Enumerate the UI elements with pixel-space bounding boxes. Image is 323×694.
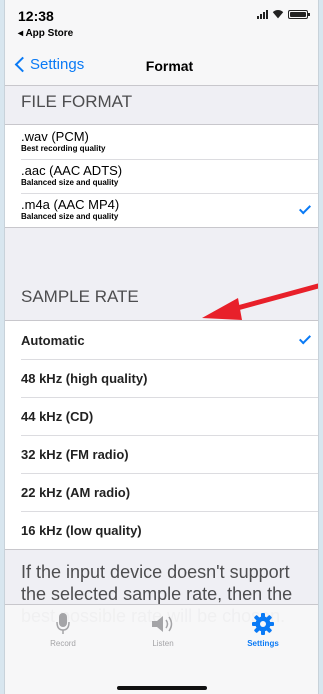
- sample-rate-list: Automatic 48 kHz (high quality) 44 kHz (…: [5, 320, 318, 550]
- tab-label: Listen: [152, 639, 174, 648]
- sample-rate-item-22khz[interactable]: 22 kHz (AM radio): [5, 473, 318, 511]
- back-to-app-link[interactable]: ◂ App Store: [18, 28, 73, 39]
- checkmark-icon: [298, 332, 312, 345]
- file-format-title: .wav (PCM): [21, 129, 89, 144]
- file-format-title: .m4a (AAC MP4): [21, 197, 120, 212]
- home-indicator: [117, 686, 207, 690]
- tab-label: Settings: [247, 639, 279, 648]
- file-format-item-m4a[interactable]: .m4a (AAC MP4) Balanced size and quality: [5, 193, 318, 227]
- file-format-subtitle: Best recording quality: [21, 144, 106, 153]
- phone-screen: 12:38 ◂ App Store Settings Format FILE F…: [4, 0, 319, 694]
- sample-rate-item-48khz[interactable]: 48 kHz (high quality): [5, 359, 318, 397]
- file-format-title: .aac (AAC ADTS): [21, 163, 123, 178]
- signal-icon: [257, 10, 268, 19]
- tab-label: Record: [50, 639, 76, 648]
- file-format-subtitle: Balanced size and quality: [21, 212, 119, 221]
- sample-rate-label: 44 kHz (CD): [21, 408, 94, 424]
- wifi-icon: [272, 10, 284, 19]
- tab-settings[interactable]: Settings: [223, 613, 303, 648]
- navigation-bar: Settings Format: [5, 46, 318, 86]
- annotation-arrow-icon: [202, 283, 318, 320]
- status-bar: 12:38 ◂ App Store: [5, 0, 318, 46]
- system-icons: [257, 10, 310, 19]
- page-title: Format: [145, 58, 194, 74]
- file-format-item-wav[interactable]: .wav (PCM) Best recording quality: [5, 125, 318, 159]
- sample-rate-label: 32 kHz (FM radio): [21, 446, 129, 462]
- sample-rate-item-44khz[interactable]: 44 kHz (CD): [5, 397, 318, 435]
- status-time: 12:38: [18, 8, 54, 24]
- file-format-item-aac[interactable]: .aac (AAC ADTS) Balanced size and qualit…: [5, 159, 318, 193]
- gear-icon: [223, 613, 303, 635]
- sample-rate-label: 48 kHz (high quality): [21, 370, 148, 386]
- file-format-list: .wav (PCM) Best recording quality .aac (…: [5, 124, 318, 228]
- microphone-icon: [23, 613, 103, 635]
- tab-bar: Record Listen Settings: [5, 604, 318, 694]
- section-header-file-format: FILE FORMAT: [21, 92, 133, 111]
- back-to-app-label: App Store: [25, 28, 74, 39]
- speaker-icon: [123, 613, 203, 635]
- tab-listen[interactable]: Listen: [123, 613, 203, 648]
- file-format-subtitle: Balanced size and quality: [21, 178, 119, 187]
- sample-rate-item-32khz[interactable]: 32 kHz (FM radio): [5, 435, 318, 473]
- sample-rate-label: 22 kHz (AM radio): [21, 484, 131, 500]
- sample-rate-label: 16 kHz (low quality): [21, 522, 142, 538]
- sample-rate-label: Automatic: [21, 332, 85, 348]
- sample-rate-item-16khz[interactable]: 16 kHz (low quality): [5, 511, 318, 549]
- battery-icon: [288, 10, 310, 19]
- tab-record[interactable]: Record: [23, 613, 103, 648]
